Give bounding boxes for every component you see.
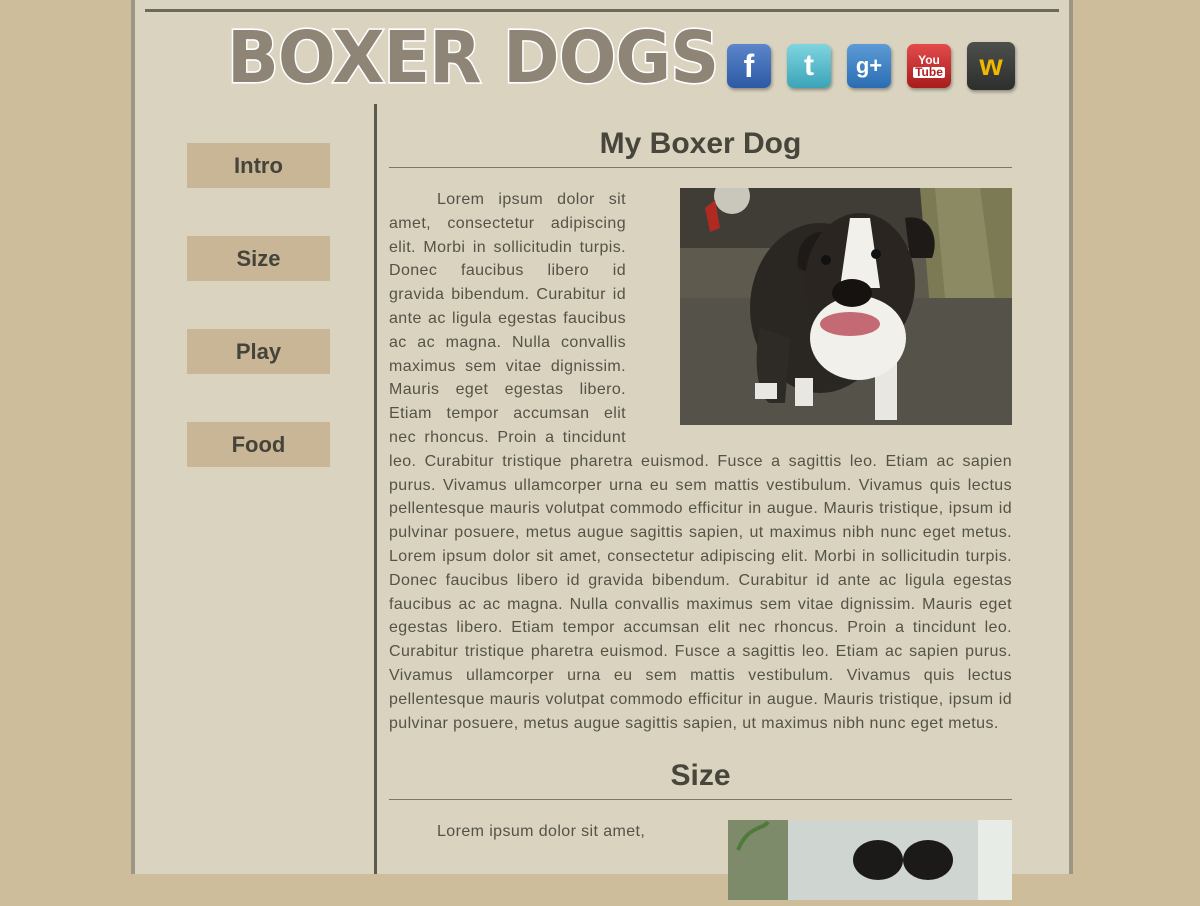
size-text: Lorem ipsum dolor sit amet, — [437, 823, 646, 841]
site-logo[interactable]: BOXER DOGS — [225, 17, 720, 100]
nav-item-food[interactable]: Food — [187, 422, 330, 467]
size-paragraph: Lorem ipsum dolor sit amet, — [389, 820, 1012, 901]
wattpad-icon[interactable]: w — [967, 42, 1015, 90]
twitter-icon[interactable]: t — [787, 44, 831, 88]
size-section-title: Size — [389, 759, 1012, 801]
nav-item-play[interactable]: Play — [187, 329, 330, 374]
nav-item-size[interactable]: Size — [187, 236, 330, 281]
size-section-photo — [680, 820, 1012, 901]
logo-text: BOXER DOGS — [225, 17, 720, 100]
sidebar-divider — [374, 104, 377, 874]
youtube-icon[interactable]: You Tube — [907, 44, 951, 88]
nav-item-intro[interactable]: Intro — [187, 143, 330, 188]
sidebar-nav: Intro Size Play Food — [187, 143, 330, 515]
top-divider — [145, 9, 1059, 12]
page-title: My Boxer Dog — [389, 127, 1012, 168]
boxer-dog-photo — [632, 188, 1012, 425]
main-content: My Boxer Dog Lorem ipsum dolor sit amet,… — [389, 127, 1012, 906]
social-links: f t g+ You Tube w — [727, 42, 1015, 90]
page-container: BOXER DOGS f t g+ You Tube w Intro Size … — [131, 0, 1073, 901]
facebook-icon[interactable]: f — [727, 44, 771, 88]
intro-paragraph: Lorem ipsum dolor sit amet, consectetur … — [389, 188, 1012, 735]
google-plus-icon[interactable]: g+ — [847, 44, 891, 88]
